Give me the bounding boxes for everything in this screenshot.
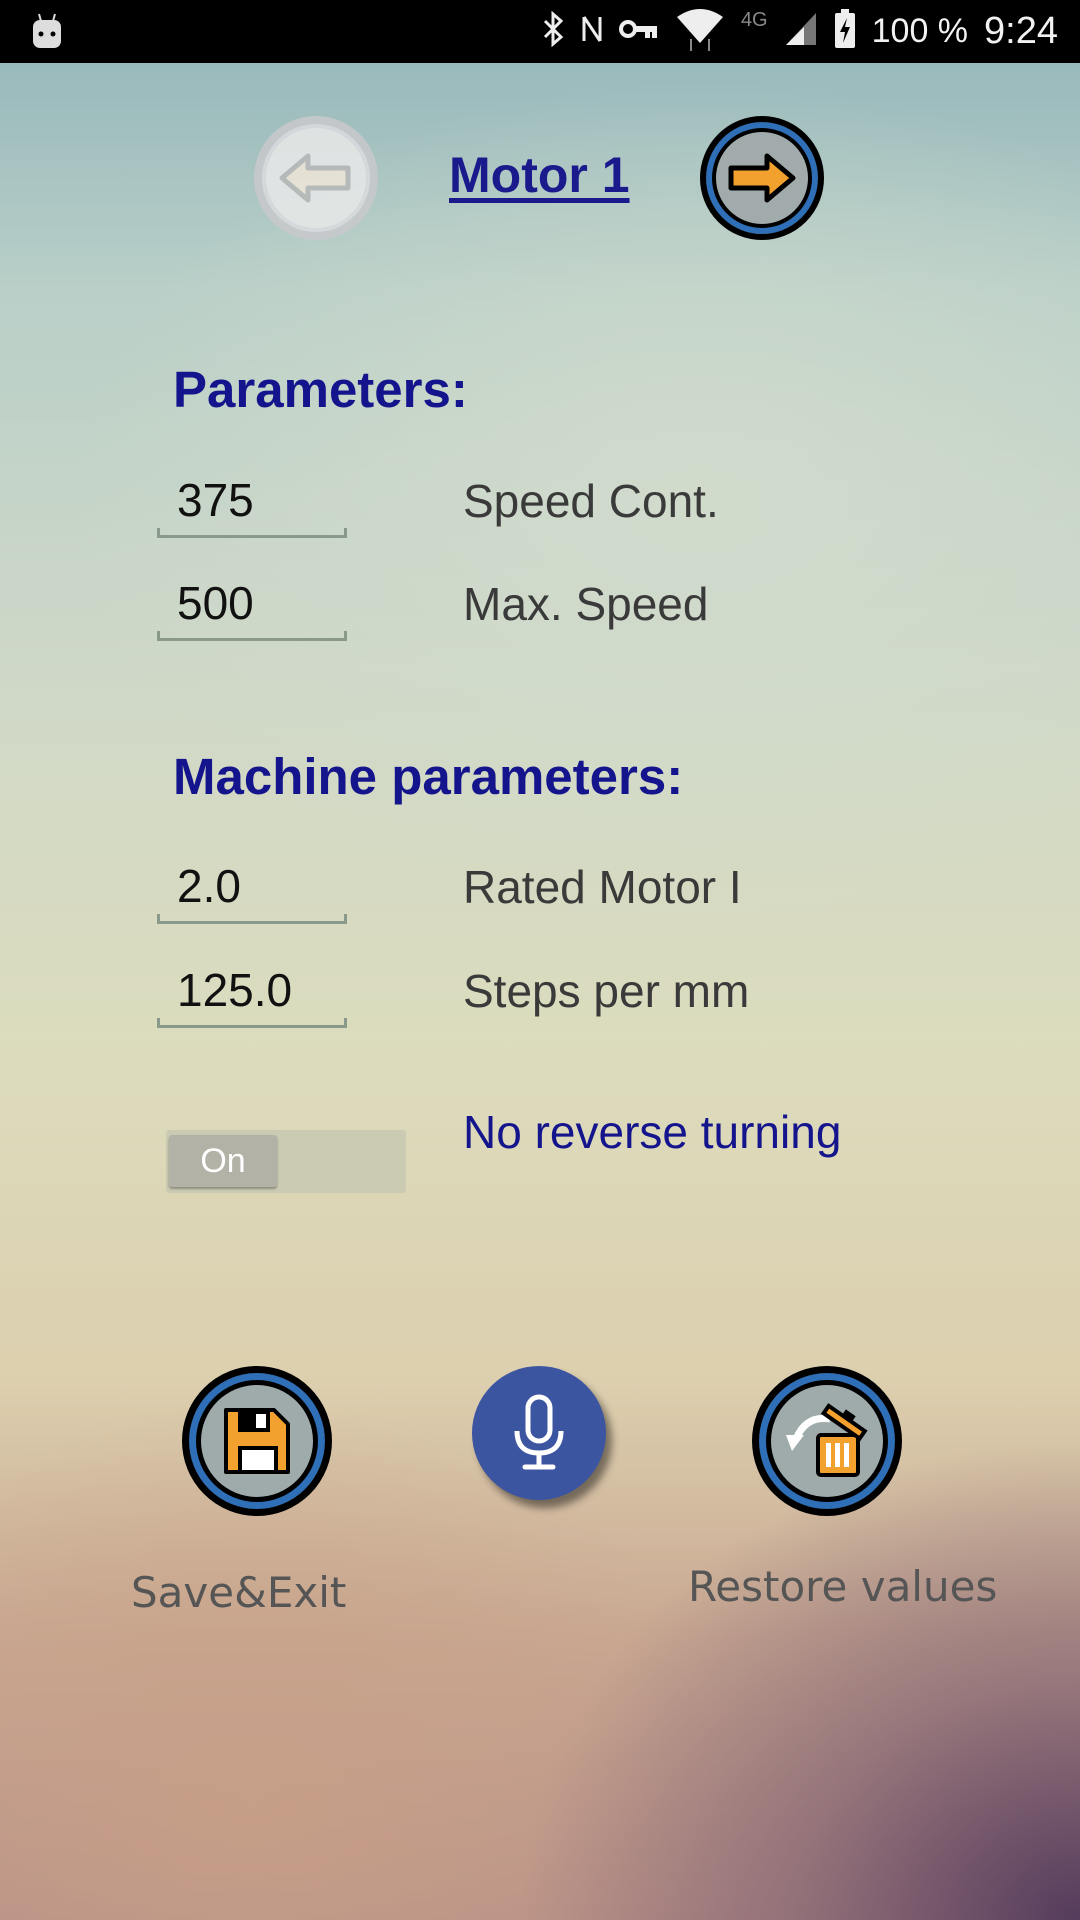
next-motor-button[interactable] bbox=[700, 116, 824, 240]
vpn-key-icon bbox=[618, 17, 659, 46]
battery-level: 100 % bbox=[871, 12, 969, 50]
wifi-icon bbox=[675, 7, 725, 56]
toggle-thumb[interactable]: On bbox=[169, 1135, 277, 1187]
steps-per-mm-input[interactable] bbox=[177, 960, 337, 1020]
restore-trash-icon bbox=[786, 1403, 868, 1477]
rated-motor-current-input[interactable] bbox=[177, 856, 337, 916]
save-exit-button[interactable] bbox=[182, 1366, 332, 1516]
microphone-icon bbox=[514, 1394, 564, 1470]
signal-icon bbox=[784, 11, 818, 52]
rated-motor-current-label: Rated Motor I bbox=[463, 861, 742, 913]
restore-values-button[interactable] bbox=[752, 1366, 902, 1516]
speed-cont-label: Speed Cont. bbox=[463, 475, 719, 527]
previous-motor-button[interactable] bbox=[254, 116, 378, 240]
voice-input-button[interactable] bbox=[472, 1366, 606, 1500]
max-speed-label: Max. Speed bbox=[463, 578, 709, 630]
android-icon bbox=[30, 12, 64, 55]
arrow-right-icon bbox=[728, 153, 796, 203]
battery-charging-icon bbox=[834, 9, 856, 54]
max-speed-input[interactable] bbox=[177, 573, 337, 633]
clock: 9:24 bbox=[984, 10, 1058, 52]
no-reverse-label: No reverse turning bbox=[463, 1106, 842, 1158]
parameters-heading: Parameters: bbox=[173, 361, 468, 418]
max-speed-field[interactable] bbox=[157, 573, 347, 641]
rated-motor-current-field[interactable] bbox=[157, 856, 347, 924]
restore-values-caption: Restore values bbox=[688, 1562, 998, 1611]
arrow-left-icon bbox=[279, 153, 351, 203]
machine-parameters-heading: Machine parameters: bbox=[173, 748, 684, 805]
speed-cont-input[interactable] bbox=[177, 470, 337, 530]
save-exit-caption: Save&Exit bbox=[131, 1568, 347, 1617]
speed-cont-field[interactable] bbox=[157, 470, 347, 538]
network-type: 4G bbox=[740, 9, 768, 31]
motor-title[interactable]: Motor 1 bbox=[449, 146, 630, 204]
floppy-disk-icon bbox=[224, 1408, 290, 1474]
steps-per-mm-field[interactable] bbox=[157, 960, 347, 1028]
bluetooth-icon bbox=[541, 10, 565, 52]
status-bar: 4G 100 % 9:24 bbox=[0, 0, 1080, 63]
steps-per-mm-label: Steps per mm bbox=[463, 965, 750, 1017]
no-reverse-toggle[interactable]: On bbox=[166, 1130, 406, 1193]
nfc-icon bbox=[581, 11, 603, 52]
